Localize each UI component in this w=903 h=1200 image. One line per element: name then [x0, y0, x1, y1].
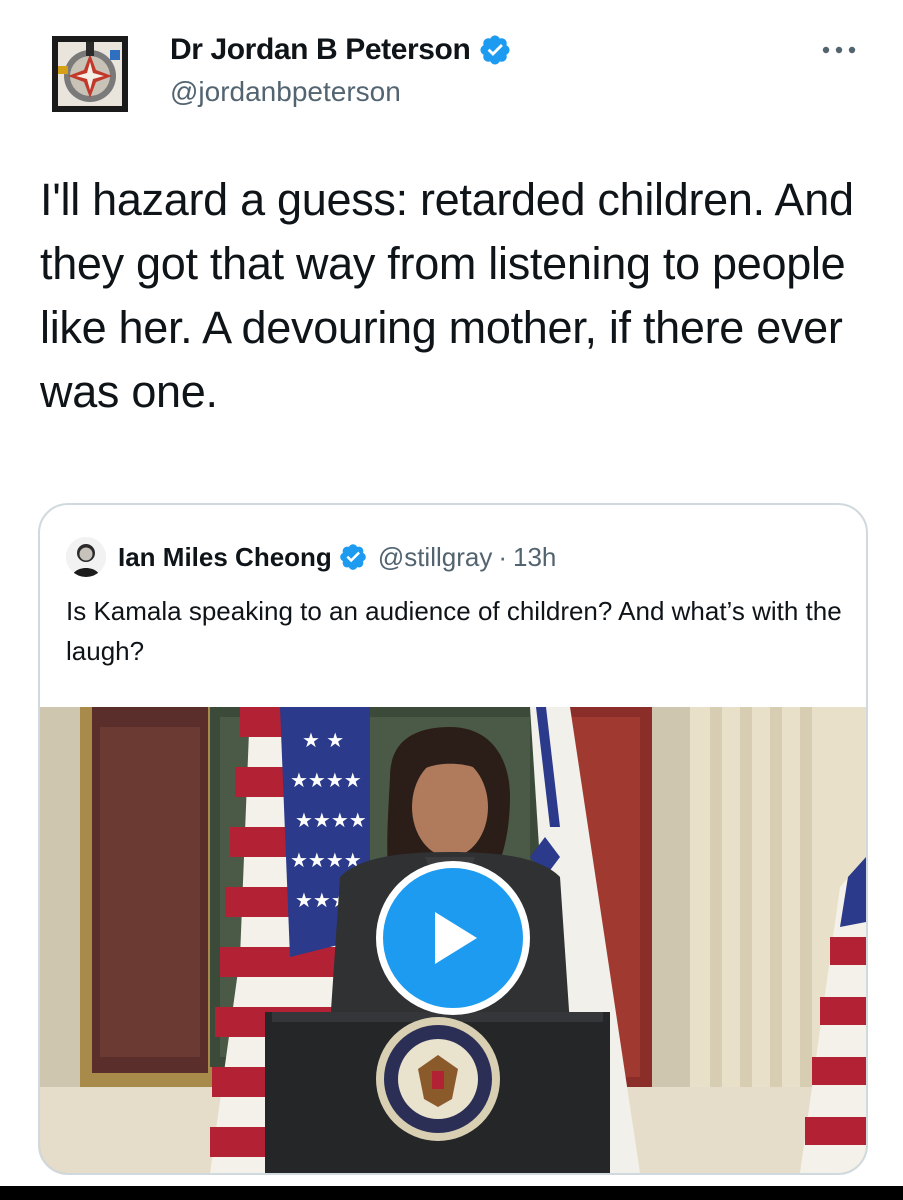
quoted-separator: · [498, 541, 508, 572]
quoted-author-avatar[interactable] [66, 537, 106, 577]
video-player[interactable]: ★ ★ ★★★★ ★★★★ ★★★★ ★★★ [40, 707, 866, 1173]
svg-text:★ ★: ★ ★ [302, 728, 344, 752]
quoted-timestamp[interactable]: 13h [513, 542, 556, 573]
svg-text:★★★★: ★★★★ [290, 848, 362, 872]
avatar-image [52, 36, 128, 112]
quoted-tweet-text: Is Kamala speaking to an audience of chi… [66, 596, 842, 666]
svg-text:★★★★: ★★★★ [290, 768, 362, 792]
author-name-row[interactable]: Dr Jordan B Peterson [170, 28, 512, 72]
author-avatar[interactable] [52, 36, 128, 112]
screen-bottom-edge [0, 1186, 903, 1200]
author-name[interactable]: Dr Jordan B Peterson [170, 33, 471, 67]
verified-badge-icon [480, 35, 510, 65]
svg-text:★★★★: ★★★★ [295, 808, 367, 832]
tweet-page: Dr Jordan B Peterson @jordanbpeterson I'… [0, 0, 903, 1200]
quoted-tweet-header: Ian Miles Cheong @stillgray · 13h [66, 535, 556, 579]
quoted-author-name[interactable]: Ian Miles Cheong [118, 542, 332, 573]
quoted-tweet-card[interactable]: Ian Miles Cheong @stillgray · 13h Is Kam… [38, 503, 868, 1175]
quoted-verified-badge-icon [340, 544, 366, 570]
tweet-text: I'll hazard a guess: retarded children. … [40, 174, 854, 417]
play-button[interactable] [376, 861, 530, 1015]
more-options-icon[interactable] [819, 40, 859, 60]
play-icon [435, 912, 477, 964]
quoted-avatar-image [66, 537, 106, 577]
author-handle[interactable]: @jordanbpeterson [170, 76, 401, 108]
quoted-author-handle[interactable]: @stillgray [378, 542, 493, 573]
